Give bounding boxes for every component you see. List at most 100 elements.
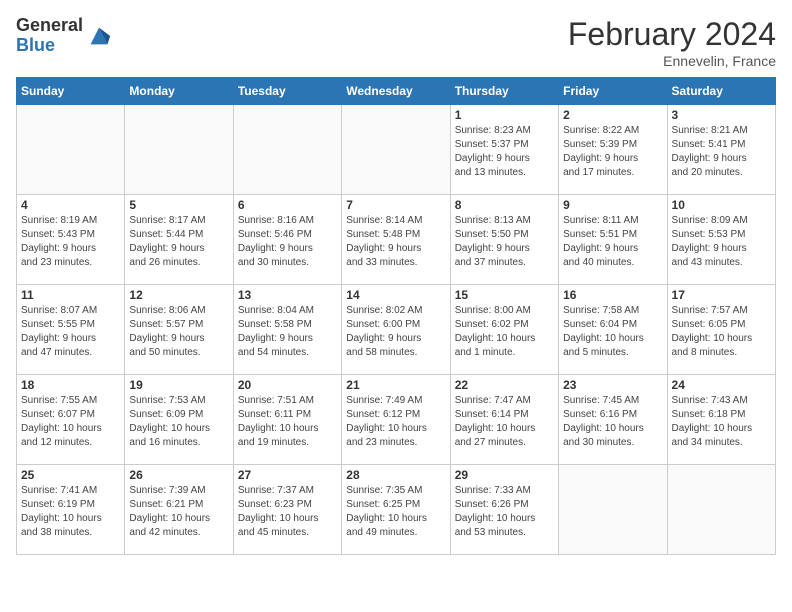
- calendar-cell: 5 Sunrise: 8:17 AM Sunset: 5:44 PM Daylig…: [125, 195, 233, 285]
- calendar-week-row-2: 11 Sunrise: 8:07 AM Sunset: 5:55 PM Dayli…: [17, 285, 776, 375]
- day-number: 7: [346, 198, 445, 212]
- calendar-cell: 1Sunrise: 8:23 AM Sunset: 5:37 PM Daylig…: [450, 105, 558, 195]
- day-info: Sunrise: 8:06 AM Sunset: 5:57 PM Dayligh…: [129, 304, 228, 360]
- logo-icon: [85, 22, 113, 50]
- calendar-cell: 12Sunrise: 8:06 AM Sunset: 5:57 PM Dayli…: [125, 285, 233, 375]
- calendar-cell: 4 Sunrise: 8:19 AM Sunset: 5:43 PM Daylig…: [17, 195, 125, 285]
- day-info: Sunrise: 7:47 AM Sunset: 6:14 PM Dayligh…: [455, 394, 554, 450]
- day-number: 3: [672, 108, 771, 122]
- calendar-cell: 15 Sunrise: 8:00 AM Sunset: 6:02 PM Dayli…: [450, 285, 558, 375]
- day-number: 21: [346, 378, 445, 392]
- calendar-cell: 27 Sunrise: 7:37 AM Sunset: 6:23 PM Dayli…: [233, 465, 341, 555]
- calendar-cell: [17, 105, 125, 195]
- calendar-cell: 6 Sunrise: 8:16 AM Sunset: 5:46 PM Daylig…: [233, 195, 341, 285]
- calendar-cell: 20Sunrise: 7:51 AM Sunset: 6:11 PM Dayli…: [233, 375, 341, 465]
- calendar-subtitle: Ennevelin, France: [568, 53, 776, 69]
- day-info: Sunrise: 8:09 AM Sunset: 5:53 PM Dayligh…: [672, 214, 771, 270]
- calendar-cell: 16 Sunrise: 7:58 AM Sunset: 6:04 PM Dayli…: [559, 285, 667, 375]
- day-info: Sunrise: 7:45 AM Sunset: 6:16 PM Dayligh…: [563, 394, 662, 450]
- calendar-cell: 2 Sunrise: 8:22 AM Sunset: 5:39 PM Daylig…: [559, 105, 667, 195]
- logo: General Blue: [16, 16, 113, 56]
- day-number: 4: [21, 198, 120, 212]
- day-info: Sunrise: 7:37 AM Sunset: 6:23 PM Dayligh…: [238, 484, 337, 540]
- day-number: 26: [129, 468, 228, 482]
- calendar-cell: 28Sunrise: 7:35 AM Sunset: 6:25 PM Dayli…: [342, 465, 450, 555]
- day-info: Sunrise: 8:17 AM Sunset: 5:44 PM Dayligh…: [129, 214, 228, 270]
- calendar-cell: 9Sunrise: 8:11 AM Sunset: 5:51 PM Daylig…: [559, 195, 667, 285]
- calendar-cell: 7 Sunrise: 8:14 AM Sunset: 5:48 PM Daylig…: [342, 195, 450, 285]
- calendar-table: Sunday Monday Tuesday Wednesday Thursday…: [16, 77, 776, 555]
- logo-text: General Blue: [16, 16, 83, 56]
- day-info: Sunrise: 8:04 AM Sunset: 5:58 PM Dayligh…: [238, 304, 337, 360]
- col-wednesday: Wednesday: [342, 78, 450, 105]
- day-number: 2: [563, 108, 662, 122]
- calendar-cell: 3 Sunrise: 8:21 AM Sunset: 5:41 PM Daylig…: [667, 105, 775, 195]
- day-info: Sunrise: 7:57 AM Sunset: 6:05 PM Dayligh…: [672, 304, 771, 360]
- logo-blue: Blue: [16, 36, 83, 56]
- day-info: Sunrise: 7:49 AM Sunset: 6:12 PM Dayligh…: [346, 394, 445, 450]
- calendar-week-row-3: 18Sunrise: 7:55 AM Sunset: 6:07 PM Dayli…: [17, 375, 776, 465]
- day-number: 27: [238, 468, 337, 482]
- day-number: 25: [21, 468, 120, 482]
- col-thursday: Thursday: [450, 78, 558, 105]
- calendar-cell: 14 Sunrise: 8:02 AM Sunset: 6:00 PM Dayli…: [342, 285, 450, 375]
- calendar-cell: 26Sunrise: 7:39 AM Sunset: 6:21 PM Dayli…: [125, 465, 233, 555]
- day-info: Sunrise: 8:14 AM Sunset: 5:48 PM Dayligh…: [346, 214, 445, 270]
- calendar-week-row-4: 25 Sunrise: 7:41 AM Sunset: 6:19 PM Dayli…: [17, 465, 776, 555]
- col-saturday: Saturday: [667, 78, 775, 105]
- day-number: 5: [129, 198, 228, 212]
- day-number: 16: [563, 288, 662, 302]
- logo-general: General: [16, 16, 83, 36]
- day-info: Sunrise: 8:13 AM Sunset: 5:50 PM Dayligh…: [455, 214, 554, 270]
- calendar-title: February 2024: [568, 16, 776, 53]
- day-number: 6: [238, 198, 337, 212]
- day-info: Sunrise: 8:07 AM Sunset: 5:55 PM Dayligh…: [21, 304, 120, 360]
- day-number: 19: [129, 378, 228, 392]
- calendar-cell: [342, 105, 450, 195]
- calendar-cell: [559, 465, 667, 555]
- day-number: 10: [672, 198, 771, 212]
- day-number: 29: [455, 468, 554, 482]
- day-info: Sunrise: 7:41 AM Sunset: 6:19 PM Dayligh…: [21, 484, 120, 540]
- col-friday: Friday: [559, 78, 667, 105]
- calendar-cell: 17 Sunrise: 7:57 AM Sunset: 6:05 PM Dayli…: [667, 285, 775, 375]
- day-number: 20: [238, 378, 337, 392]
- day-number: 1: [455, 108, 554, 122]
- col-tuesday: Tuesday: [233, 78, 341, 105]
- day-number: 15: [455, 288, 554, 302]
- calendar-cell: [125, 105, 233, 195]
- day-number: 28: [346, 468, 445, 482]
- calendar-cell: [667, 465, 775, 555]
- calendar-cell: [233, 105, 341, 195]
- day-number: 24: [672, 378, 771, 392]
- calendar-cell: 11 Sunrise: 8:07 AM Sunset: 5:55 PM Dayli…: [17, 285, 125, 375]
- calendar-cell: 19 Sunrise: 7:53 AM Sunset: 6:09 PM Dayli…: [125, 375, 233, 465]
- day-number: 14: [346, 288, 445, 302]
- day-info: Sunrise: 8:19 AM Sunset: 5:43 PM Dayligh…: [21, 214, 120, 270]
- col-sunday: Sunday: [17, 78, 125, 105]
- calendar-cell: 25 Sunrise: 7:41 AM Sunset: 6:19 PM Dayli…: [17, 465, 125, 555]
- day-info: Sunrise: 7:53 AM Sunset: 6:09 PM Dayligh…: [129, 394, 228, 450]
- day-info: Sunrise: 8:22 AM Sunset: 5:39 PM Dayligh…: [563, 124, 662, 180]
- day-info: Sunrise: 8:21 AM Sunset: 5:41 PM Dayligh…: [672, 124, 771, 180]
- calendar-cell: 21 Sunrise: 7:49 AM Sunset: 6:12 PM Dayli…: [342, 375, 450, 465]
- calendar-cell: 29 Sunrise: 7:33 AM Sunset: 6:26 PM Dayli…: [450, 465, 558, 555]
- day-number: 18: [21, 378, 120, 392]
- day-info: Sunrise: 8:16 AM Sunset: 5:46 PM Dayligh…: [238, 214, 337, 270]
- day-number: 11: [21, 288, 120, 302]
- day-info: Sunrise: 8:02 AM Sunset: 6:00 PM Dayligh…: [346, 304, 445, 360]
- calendar-cell: 18Sunrise: 7:55 AM Sunset: 6:07 PM Dayli…: [17, 375, 125, 465]
- day-info: Sunrise: 7:43 AM Sunset: 6:18 PM Dayligh…: [672, 394, 771, 450]
- day-info: Sunrise: 8:00 AM Sunset: 6:02 PM Dayligh…: [455, 304, 554, 360]
- day-number: 23: [563, 378, 662, 392]
- day-info: Sunrise: 7:58 AM Sunset: 6:04 PM Dayligh…: [563, 304, 662, 360]
- calendar-cell: 13 Sunrise: 8:04 AM Sunset: 5:58 PM Dayli…: [233, 285, 341, 375]
- day-number: 17: [672, 288, 771, 302]
- day-number: 13: [238, 288, 337, 302]
- day-number: 22: [455, 378, 554, 392]
- calendar-cell: 8Sunrise: 8:13 AM Sunset: 5:50 PM Daylig…: [450, 195, 558, 285]
- calendar-cell: 23 Sunrise: 7:45 AM Sunset: 6:16 PM Dayli…: [559, 375, 667, 465]
- day-info: Sunrise: 7:33 AM Sunset: 6:26 PM Dayligh…: [455, 484, 554, 540]
- calendar-header-row: Sunday Monday Tuesday Wednesday Thursday…: [17, 78, 776, 105]
- day-number: 9: [563, 198, 662, 212]
